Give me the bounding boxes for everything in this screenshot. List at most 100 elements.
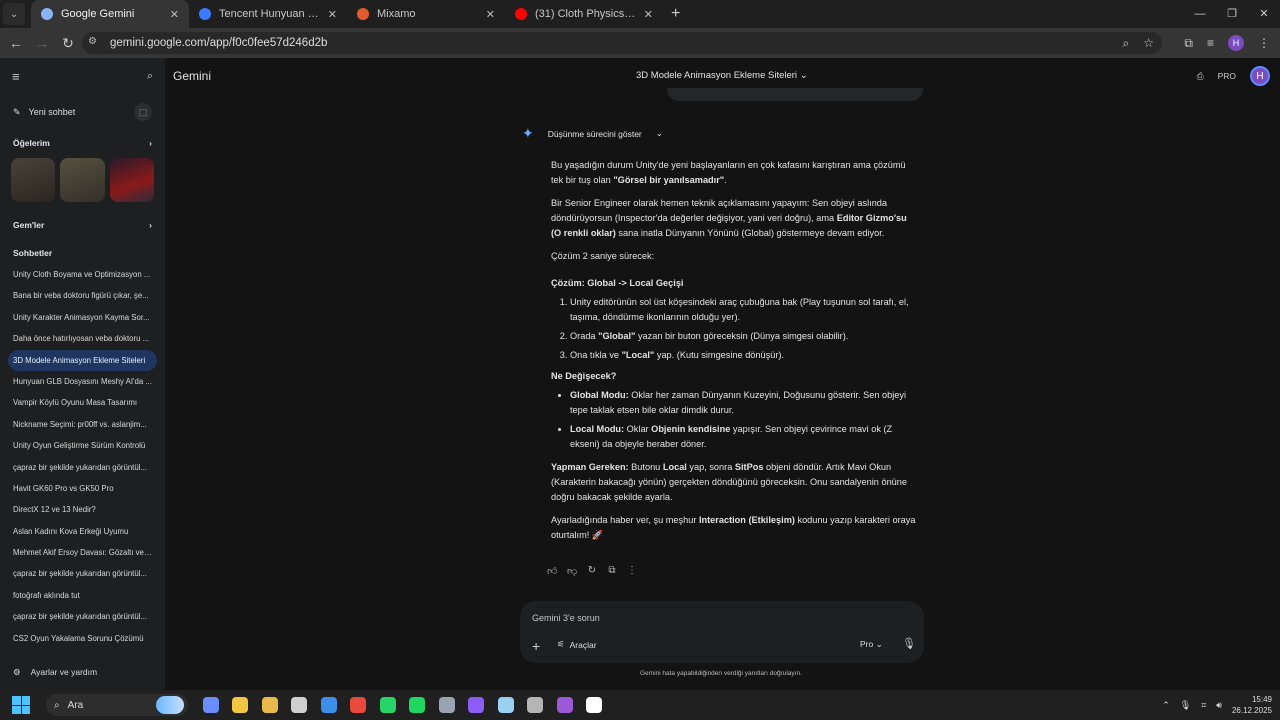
close-window-icon[interactable]: ✕ [1248, 0, 1280, 28]
chat-history-item[interactable]: çapraz bir şekilde yukarıdan görüntül... [0, 606, 165, 627]
items-header-label: Öğelerim [13, 138, 50, 148]
item-thumbnail[interactable] [109, 158, 154, 202]
temporary-chat-icon[interactable]: ⬚ [134, 103, 152, 121]
conversation-title[interactable]: 3D Modele Animasyon Ekleme Siteleri ⌄ [636, 70, 808, 81]
network-icon[interactable]: ⌗ [1201, 700, 1206, 711]
github-icon[interactable] [462, 697, 492, 713]
reload-icon[interactable]: ↻ [56, 35, 80, 52]
add-attachment-icon[interactable]: + [532, 638, 540, 654]
chat-history-item[interactable]: çapraz bir şekilde yukarıdan görüntül... [0, 563, 165, 584]
tab-close-icon[interactable]: ✕ [644, 8, 653, 21]
chevron-down-icon: ⌄ [875, 639, 883, 649]
chat-history-item[interactable]: Unity Oyun Geliştirme Sürüm Kontrolü [0, 435, 165, 456]
chat-history-item[interactable]: Hunyuan GLB Dosyasını Meshy AI'da ... [0, 371, 165, 392]
thumbs-up-icon[interactable]: 👍︎ [547, 565, 557, 577]
regenerate-icon[interactable]: ↻ [587, 565, 597, 577]
profile-avatar[interactable]: H [1228, 35, 1244, 51]
prompt-input-box[interactable]: Gemini 3'e sorun + ⚟ Araçlar Pro ⌄ 🎙︎ [520, 601, 924, 663]
whatsapp-icon[interactable] [373, 697, 403, 713]
chat-history-item[interactable]: Bana bir veba doktoru figürü çıkar, şe..… [0, 285, 165, 306]
chat-history-item[interactable]: çapraz bir şekilde yukarıdan görüntül... [0, 457, 165, 478]
unity-hub-icon[interactable] [285, 697, 315, 713]
tab-close-icon[interactable]: ✕ [486, 8, 495, 21]
app-glyph [202, 697, 219, 713]
share-icon[interactable]: ⎙ [1197, 71, 1204, 82]
address-bar[interactable]: ⚙ gemini.google.com/app/f0c0fee57d246d2b… [82, 32, 1162, 54]
copilot-icon[interactable] [196, 697, 226, 713]
item-thumbnail[interactable] [60, 158, 105, 202]
microphone-icon[interactable]: 🎙︎ [902, 637, 916, 650]
chevron-up-icon[interactable]: ⌃ [1162, 700, 1170, 711]
hamburger-menu-icon[interactable]: ≡ [12, 69, 20, 84]
store-icon[interactable] [255, 697, 285, 713]
tools-icon: ⚟ [557, 639, 565, 649]
microphone-tray-icon[interactable]: 🎙︎ [1180, 700, 1191, 711]
forward-icon[interactable]: → [30, 35, 54, 51]
gems-section-header[interactable]: Gem'ler › [0, 214, 165, 236]
spotify-icon[interactable] [403, 697, 433, 713]
settings-icon[interactable] [521, 697, 551, 713]
more-options-icon[interactable]: ⋮ [627, 565, 637, 577]
chat-history-item[interactable]: Unity Cloth Boyama ve Optimizasyon ... [0, 264, 165, 285]
app-glyph [586, 697, 603, 713]
tab-close-icon[interactable]: ✕ [170, 8, 179, 21]
chat-history-item[interactable]: Aslan Kadını Kova Erkeği Uyumu [0, 521, 165, 542]
new-tab-button[interactable]: + [671, 5, 680, 23]
browser-toolbar: ← → ↻ ⚙ gemini.google.com/app/f0c0fee57d… [0, 28, 1280, 58]
search-icon[interactable]: ⌕ [147, 70, 153, 83]
browser-tab[interactable]: Mixamo ✕ [347, 0, 505, 28]
gemini-brand[interactable]: Gemini [173, 69, 211, 83]
chrome-icon[interactable] [344, 697, 374, 713]
copy-icon[interactable]: ⧉ [607, 565, 617, 577]
tab-search-button[interactable]: ⌄ [3, 3, 25, 25]
thumbs-down-icon[interactable]: 👎︎ [567, 565, 577, 577]
chat-history-item[interactable]: DirectX 12 ve 13 Nedir? [0, 499, 165, 520]
volume-icon[interactable]: 🔊︎ [1216, 700, 1222, 711]
extensions-icon[interactable]: ⧉ [1184, 36, 1193, 51]
media-icon[interactable]: ≡ [1207, 36, 1214, 50]
new-chat-button[interactable]: ✎ Yeni sohbet ⬚ [0, 98, 165, 126]
notepad-icon[interactable] [580, 697, 610, 713]
zoom-icon[interactable]: ⌕ [1123, 36, 1130, 51]
chat-history-item[interactable]: CS2 Oyun Yakalama Sorunu Çözümü [0, 628, 165, 649]
chevron-down-icon: ⌄ [799, 70, 808, 81]
chat-history-item[interactable]: Mehmet Akif Ersoy Davası: Gözaltı ve ... [0, 542, 165, 563]
clock[interactable]: 15:49 26.12.2025 [1232, 694, 1272, 716]
browser-tab[interactable]: Tencent Hunyuan 3D ✕ [189, 0, 347, 28]
chat-history-item[interactable]: Havit GK60 Pro vs GK50 Pro [0, 478, 165, 499]
account-avatar[interactable]: H [1250, 66, 1270, 86]
mail-icon[interactable] [314, 697, 344, 713]
minimize-icon[interactable]: — [1184, 0, 1216, 28]
vscode-icon[interactable] [491, 697, 521, 713]
browser-menu-icon[interactable]: ⋮ [1258, 36, 1270, 50]
show-thinking-toggle[interactable]: ✦ Düşünme sürecini göster ⌄ [522, 125, 663, 142]
chat-history-item[interactable]: Vampir Köylü Oyunu Masa Tasarımı [0, 392, 165, 413]
chat-history-item[interactable]: Nickname Seçimi: pr00ff vs. aslanjim... [0, 414, 165, 435]
steam-icon[interactable] [432, 697, 462, 713]
list-item: Local Modu: Oklar Objenin kendisine yapı… [570, 422, 916, 452]
chat-history-item[interactable]: fotoğrafı aklında tut [0, 585, 165, 606]
restore-icon[interactable]: ❐ [1216, 0, 1248, 28]
site-info-icon[interactable]: ⚙ [88, 36, 102, 50]
item-thumbnail[interactable] [11, 158, 56, 202]
windows-start-icon[interactable] [12, 696, 30, 714]
items-section-header[interactable]: Öğelerim › [0, 132, 165, 154]
bookmark-star-icon[interactable]: ☆ [1143, 36, 1154, 51]
browser-tab[interactable]: (31) Cloth Physics Tutorial Unity ✕ [505, 0, 663, 28]
back-icon[interactable]: ← [4, 35, 28, 51]
file-explorer-icon[interactable] [226, 697, 256, 713]
model-selector[interactable]: Pro ⌄ [860, 639, 883, 650]
prompt-placeholder[interactable]: Gemini 3'e sorun [532, 613, 600, 623]
visual-studio-icon[interactable] [550, 697, 580, 713]
search-highlight-image [156, 696, 184, 714]
chat-history-item[interactable]: 3D Modele Animasyon Ekleme Siteleri [8, 349, 157, 371]
tab-close-icon[interactable]: ✕ [328, 8, 337, 21]
tab-favicon-icon [515, 8, 527, 20]
taskbar-search[interactable]: ⌕ Ara [46, 694, 188, 716]
chat-history-item[interactable]: Daha önce hatırlıyosan veba doktoru ... [0, 328, 165, 349]
tools-button[interactable]: ⚟ Araçlar [557, 639, 597, 650]
browser-tab[interactable]: Google Gemini ✕ [31, 0, 189, 28]
settings-help-button[interactable]: ⚙ Ayarlar ve yardım [0, 654, 165, 690]
chat-history-item[interactable]: Unity Karakter Animasyon Kayma Sor... [0, 307, 165, 328]
windows-taskbar: ⌕ Ara ⌃ 🎙︎ ⌗ 🔊︎ 15:49 26.12.2025 [0, 690, 1280, 720]
